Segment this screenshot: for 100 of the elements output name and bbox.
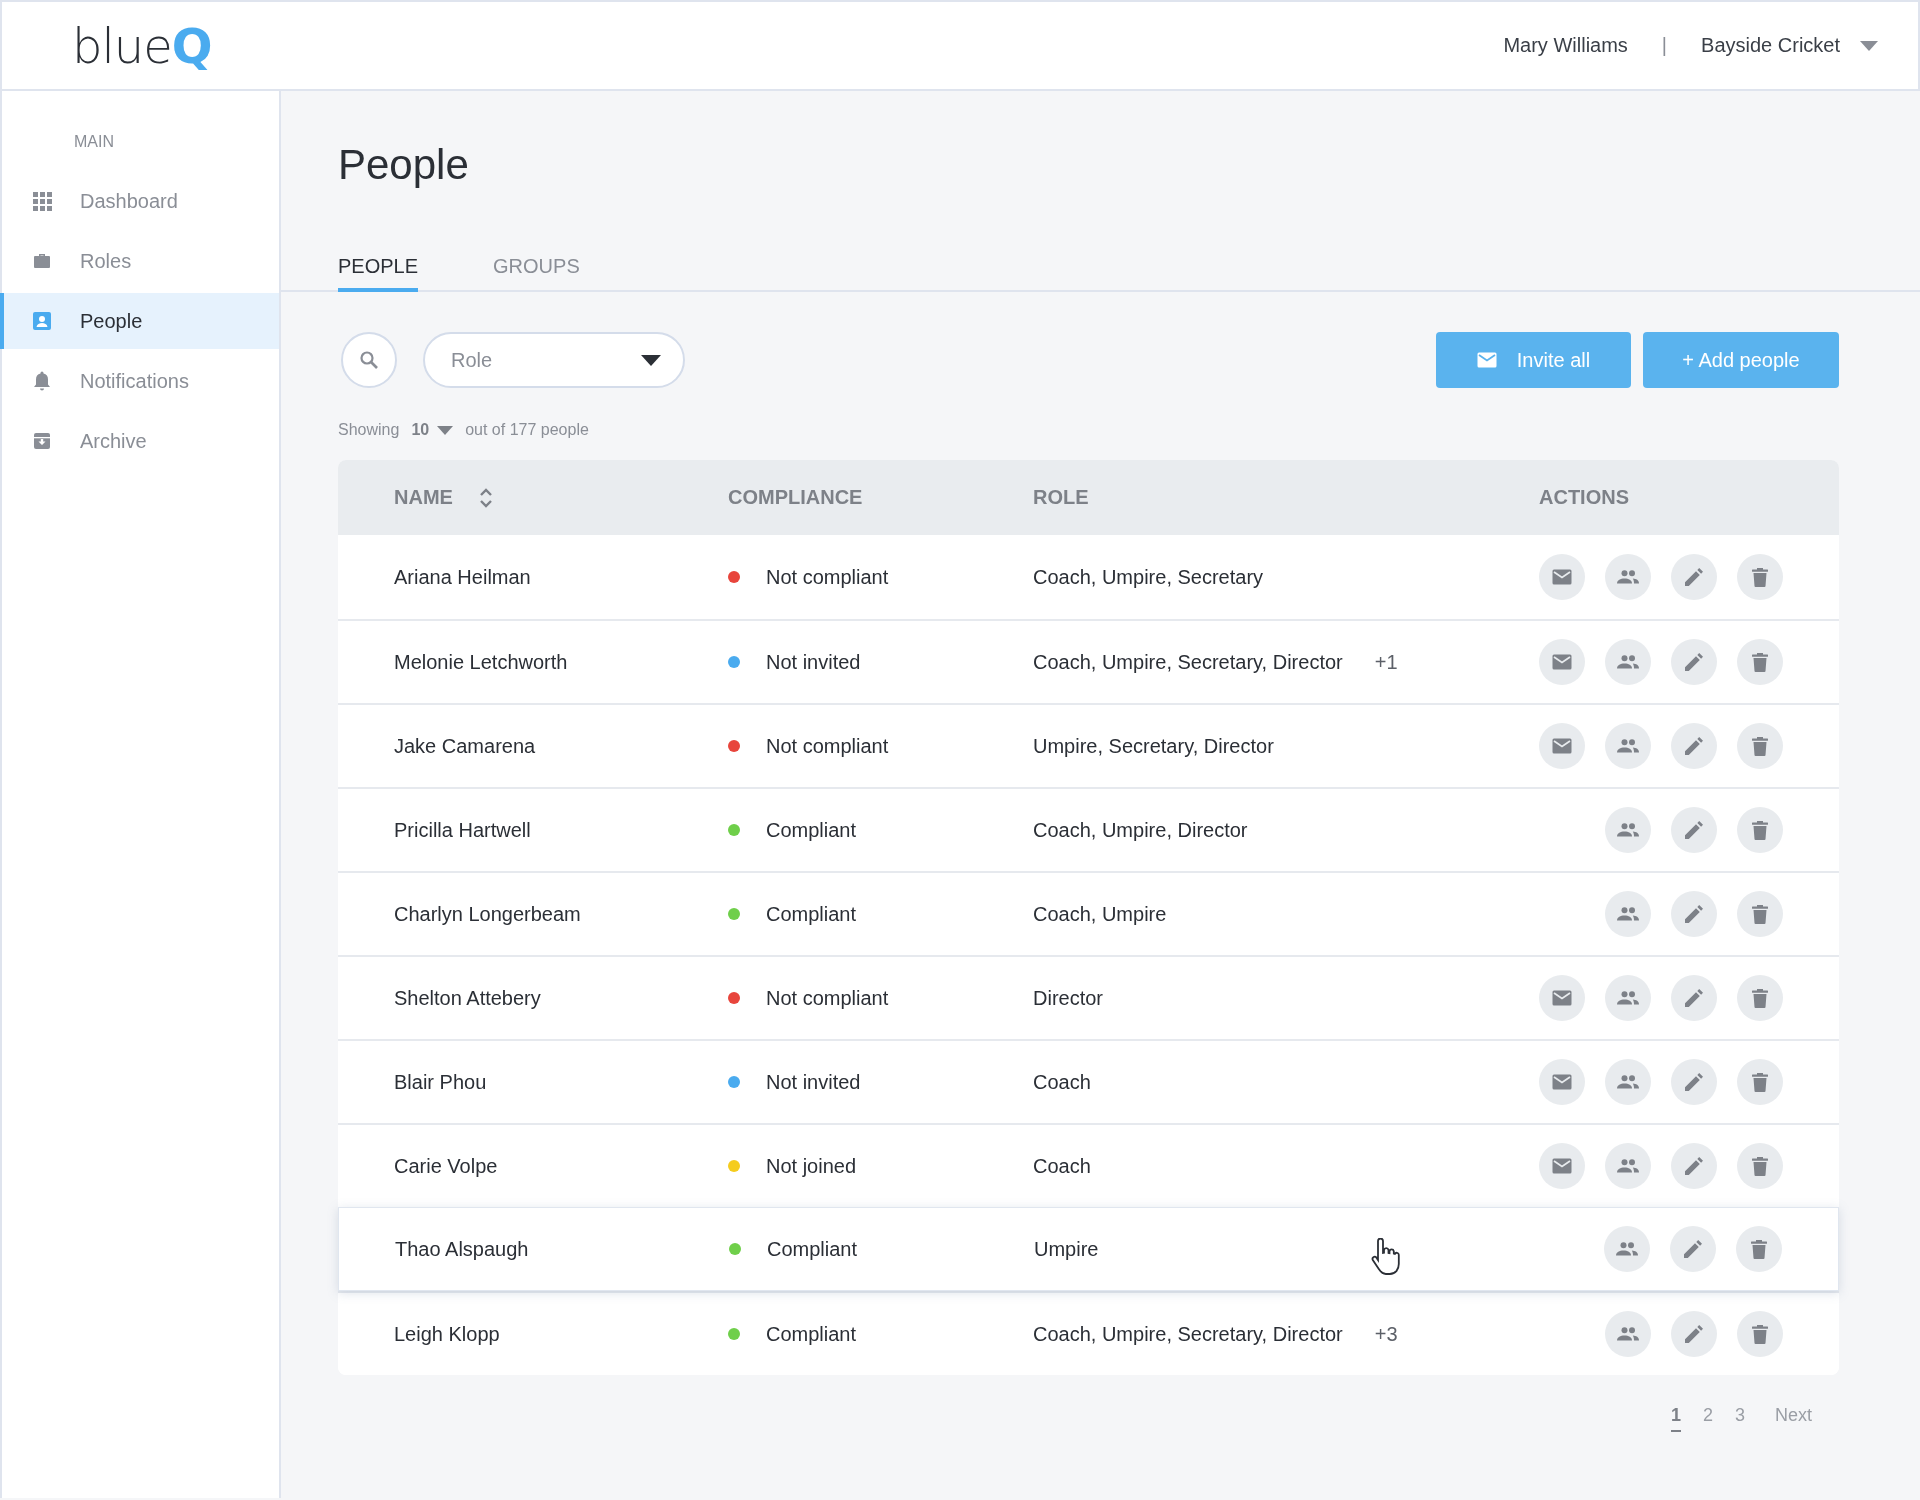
person-name: Jake Camarena [394,734,537,758]
caret-icon [641,355,661,366]
email-button[interactable] [1539,723,1585,769]
groups-button[interactable] [1605,1311,1651,1357]
sort-icon[interactable] [478,486,493,509]
role-dropdown[interactable]: Role [423,332,685,388]
edit-button[interactable] [1671,723,1717,769]
role-list: Coach, Umpire, Secretary, Director [1033,1322,1343,1346]
person-name: Pricilla Hartwell [394,818,532,842]
extra-roles-count: +1 [1374,650,1398,674]
trash-icon [1752,1324,1768,1344]
role-list: Coach, Umpire [1033,902,1167,926]
extra-roles-count: +3 [1374,1322,1398,1346]
people-icon [1617,823,1639,837]
trash-icon [1752,652,1768,672]
pencil-icon [1685,989,1703,1007]
column-header: ACTIONS [1539,486,1630,509]
edit-button[interactable] [1671,891,1717,937]
delete-button[interactable] [1737,975,1783,1021]
trash-icon [1752,904,1768,924]
person-name: Leigh Klopp [394,1322,501,1346]
delete-button[interactable] [1737,1311,1783,1357]
groups-button[interactable] [1604,1226,1650,1272]
delete-button[interactable] [1737,723,1783,769]
delete-button[interactable] [1737,1143,1783,1189]
compliance-status: Not compliant [766,986,889,1010]
user-name: Mary Williams [1503,34,1628,57]
pencil-icon [1685,737,1703,755]
role-list: Umpire [1034,1237,1099,1261]
briefcase-icon [32,251,52,271]
person-name: Blair Phou [394,1070,488,1094]
person-name: Ariana Heilman [394,565,532,589]
role-list: Coach [1033,1154,1091,1178]
groups-button[interactable] [1605,1143,1651,1189]
compliance-status: Not compliant [766,734,889,758]
app-logo: blueQ [72,17,212,74]
table-row[interactable]: Thao Alspaugh Compliant Umpire [338,1207,1839,1291]
delete-button[interactable] [1737,639,1783,685]
delete-button[interactable] [1737,891,1783,937]
groups-button[interactable] [1605,723,1651,769]
edit-button[interactable] [1671,1059,1717,1105]
compliance-status: Not invited [766,1070,861,1094]
tab[interactable]: PEOPLE [338,255,419,292]
pencil-icon [1684,1240,1702,1258]
envelope-icon [1476,352,1497,368]
groups-button[interactable] [1605,1059,1651,1105]
club-selector[interactable]: Bayside Cricket [1701,34,1878,57]
compliance-status: Compliant [766,818,857,842]
sidebar-item[interactable]: People [0,293,279,349]
people-icon [1617,1159,1639,1173]
role-list: Coach, Umpire, Secretary [1033,565,1264,589]
compliance-status: Not joined [766,1154,857,1178]
delete-button[interactable] [1737,554,1783,600]
page-title: People [337,140,469,190]
role-list: Coach, Umpire, Director [1033,818,1248,842]
total-count: out of 177 people [465,421,589,439]
email-button[interactable] [1539,639,1585,685]
trash-icon [1752,736,1768,756]
column-header: ROLE [1033,486,1090,509]
delete-button[interactable] [1737,1059,1783,1105]
people-icon [1617,739,1639,753]
search-icon [359,350,379,370]
page-size-dropdown[interactable]: 10 [411,421,454,439]
pencil-icon [1685,1157,1703,1175]
groups-button[interactable] [1605,807,1651,853]
trash-icon [1751,1239,1767,1259]
edit-button[interactable] [1671,1143,1717,1189]
groups-button[interactable] [1605,891,1651,937]
edit-button[interactable] [1670,1226,1716,1272]
archive-box-icon [32,431,52,451]
person-card-icon [32,311,52,331]
edit-button[interactable] [1671,1311,1717,1357]
edit-button[interactable] [1671,554,1717,600]
email-button[interactable] [1539,975,1585,1021]
edit-button[interactable] [1671,639,1717,685]
role-list: Director [1033,986,1103,1010]
caret-icon [437,425,454,435]
groups-button[interactable] [1605,975,1651,1021]
envelope-icon [1552,738,1572,754]
email-button[interactable] [1539,1059,1585,1105]
groups-button[interactable] [1605,554,1651,600]
edit-button[interactable] [1671,807,1717,853]
edit-button[interactable] [1671,975,1717,1021]
column-header: COMPLIANCE [728,486,864,509]
section-label: MAIN [73,133,114,151]
search-button[interactable] [341,332,397,388]
groups-button[interactable] [1605,639,1651,685]
delete-button[interactable] [1736,1226,1782,1272]
pencil-icon [1685,1325,1703,1343]
caret-icon [1860,40,1878,51]
people-icon [1617,991,1639,1005]
people-icon [1617,1327,1639,1341]
email-button[interactable] [1539,554,1585,600]
envelope-icon [1552,1074,1572,1090]
people-icon [1616,1242,1638,1256]
compliance-status: Not invited [766,650,861,674]
person-name: Carie Volpe [394,1154,499,1178]
delete-button[interactable] [1737,807,1783,853]
email-button[interactable] [1539,1143,1585,1189]
page-link[interactable]: 1 [1670,1405,1681,1432]
